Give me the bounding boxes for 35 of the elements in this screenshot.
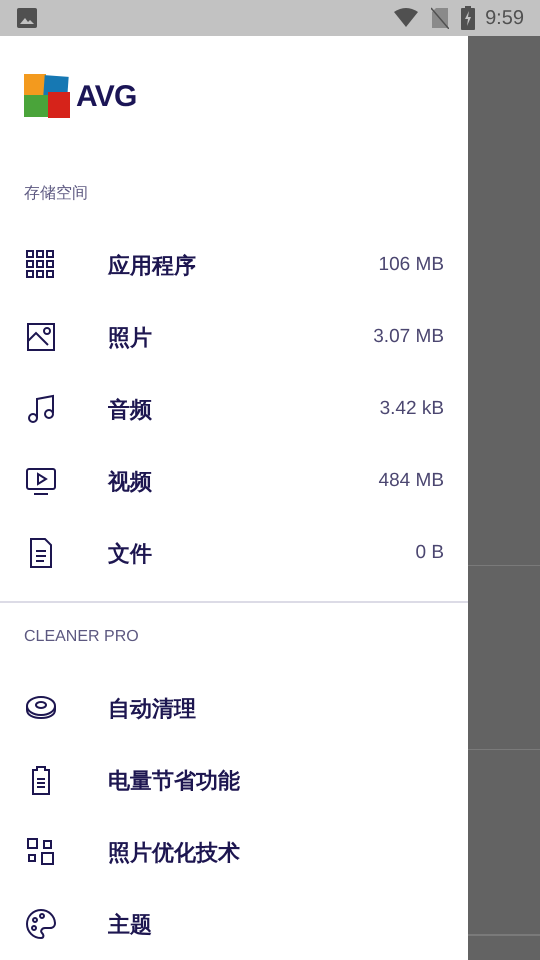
logo-text: AVG (76, 78, 137, 114)
drawer-item[interactable]: 音频 3.42 kB (0, 373, 468, 445)
item-label: 视频 (108, 468, 153, 496)
no-sim-icon (431, 7, 450, 29)
drawer-item[interactable]: 文件 0 B (0, 517, 468, 589)
palette-icon (24, 908, 58, 940)
drawer-item[interactable]: 自动清理 (0, 672, 468, 744)
drawer-item[interactable]: 照片优化技术 (0, 816, 468, 888)
item-size: 484 MB (378, 468, 444, 493)
item-size: 3.42 kB (380, 396, 444, 421)
item-label: 主题 (108, 910, 153, 938)
section-header: CLEANER PRO (24, 627, 139, 647)
drawer-item[interactable]: 电量节省功能 (0, 744, 468, 816)
status-time: 9:59 (485, 6, 524, 31)
drawer-item[interactable]: 视频 484 MB (0, 445, 468, 517)
battery-icon (461, 6, 476, 30)
item-label: 自动清理 (108, 694, 197, 722)
logo-icon (24, 72, 72, 120)
drawer-item[interactable]: 主题 (0, 888, 468, 960)
item-label: 照片优化技术 (108, 838, 241, 866)
item-label: 音频 (108, 396, 153, 424)
drawer-item[interactable]: 应用程序 106 MB (0, 229, 468, 301)
item-label: 应用程序 (108, 252, 197, 280)
image-icon (24, 321, 58, 353)
drawer-item[interactable]: 照片 3.07 MB (0, 301, 468, 373)
item-size: 0 B (415, 540, 444, 565)
item-label: 电量节省功能 (108, 766, 241, 794)
item-size: 3.07 MB (373, 324, 444, 349)
item-size: 106 MB (378, 252, 444, 277)
item-label: 照片 (108, 324, 153, 352)
play-screen-icon (24, 465, 58, 497)
wifi-icon (393, 8, 420, 28)
image-icon (16, 7, 38, 29)
item-label: 文件 (108, 540, 153, 568)
section-header: 存储空间 (24, 184, 88, 204)
